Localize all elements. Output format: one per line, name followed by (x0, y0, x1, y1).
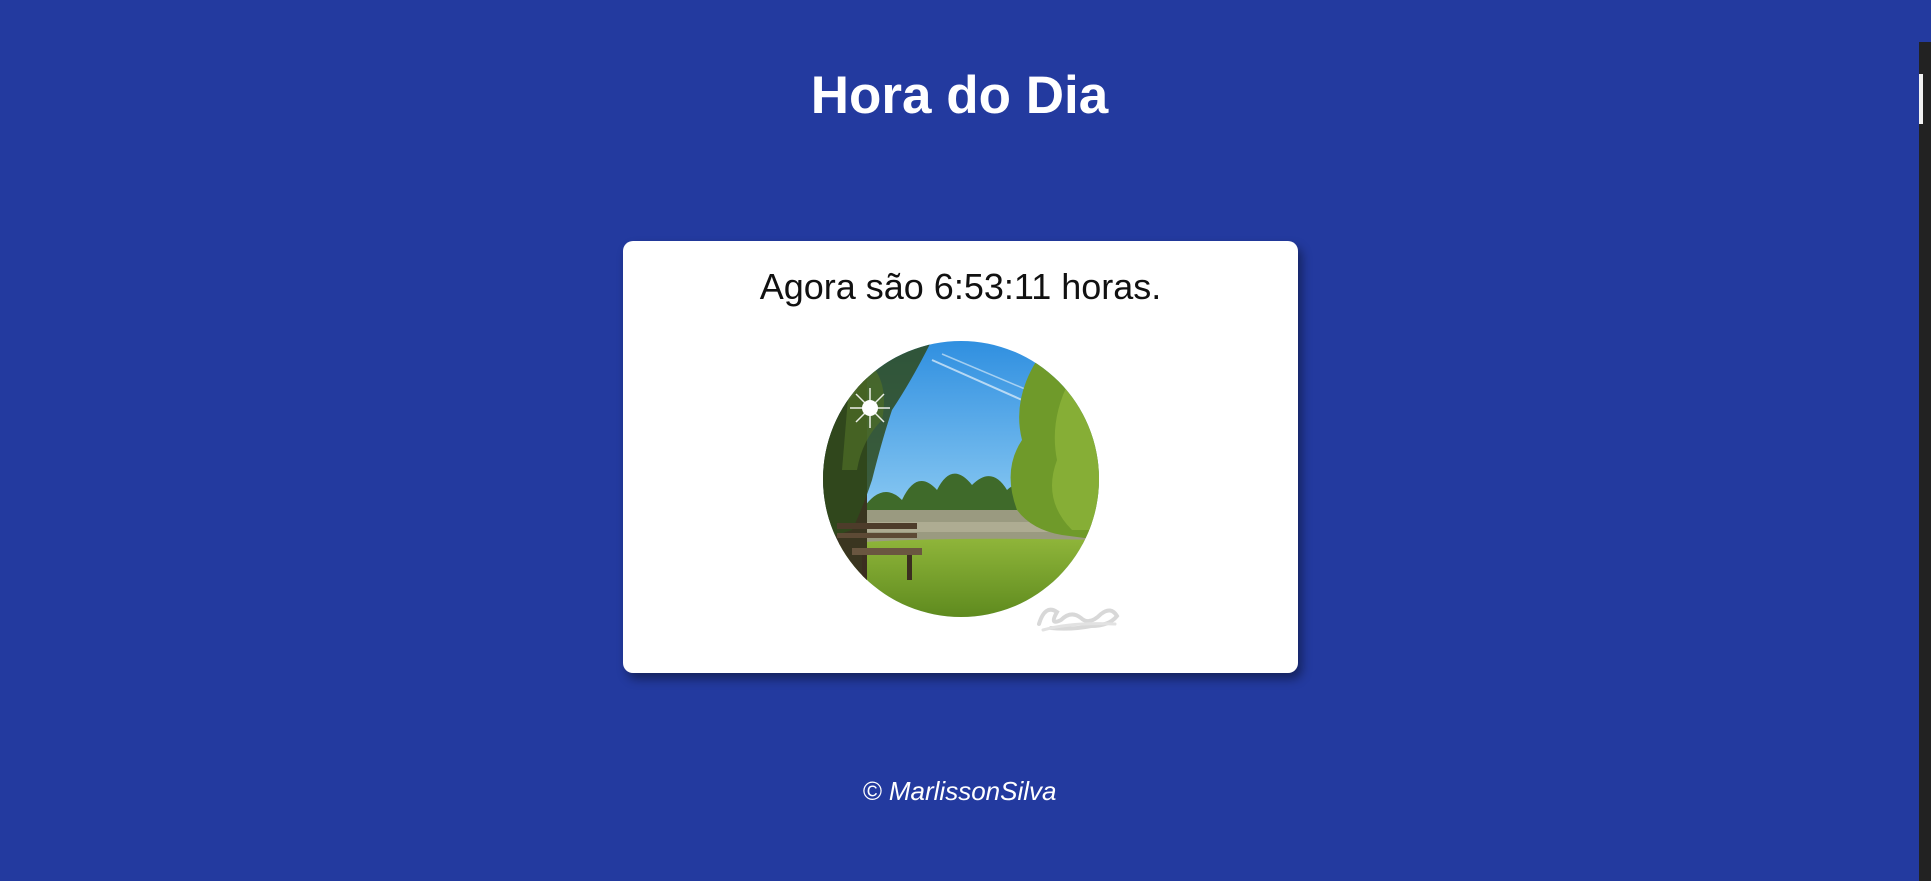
watermark-signature (1031, 596, 1123, 636)
page-header: Hora do Dia (0, 0, 1919, 126)
page-title: Hora do Dia (810, 66, 1109, 125)
window-scrollbar[interactable] (1919, 42, 1931, 881)
scrollbar-thumb[interactable] (1919, 74, 1923, 124)
page: Hora do Dia Agora são 6:53:11 horas. © M… (0, 0, 1919, 881)
current-time-message: Agora são 6:53:11 horas. (759, 266, 1162, 307)
time-of-day-image (822, 340, 1100, 618)
page-footer: © MarlissonSilva (0, 774, 1919, 808)
copyright-text: © MarlissonSilva (862, 776, 1057, 806)
time-card: Agora são 6:53:11 horas. (623, 241, 1298, 673)
